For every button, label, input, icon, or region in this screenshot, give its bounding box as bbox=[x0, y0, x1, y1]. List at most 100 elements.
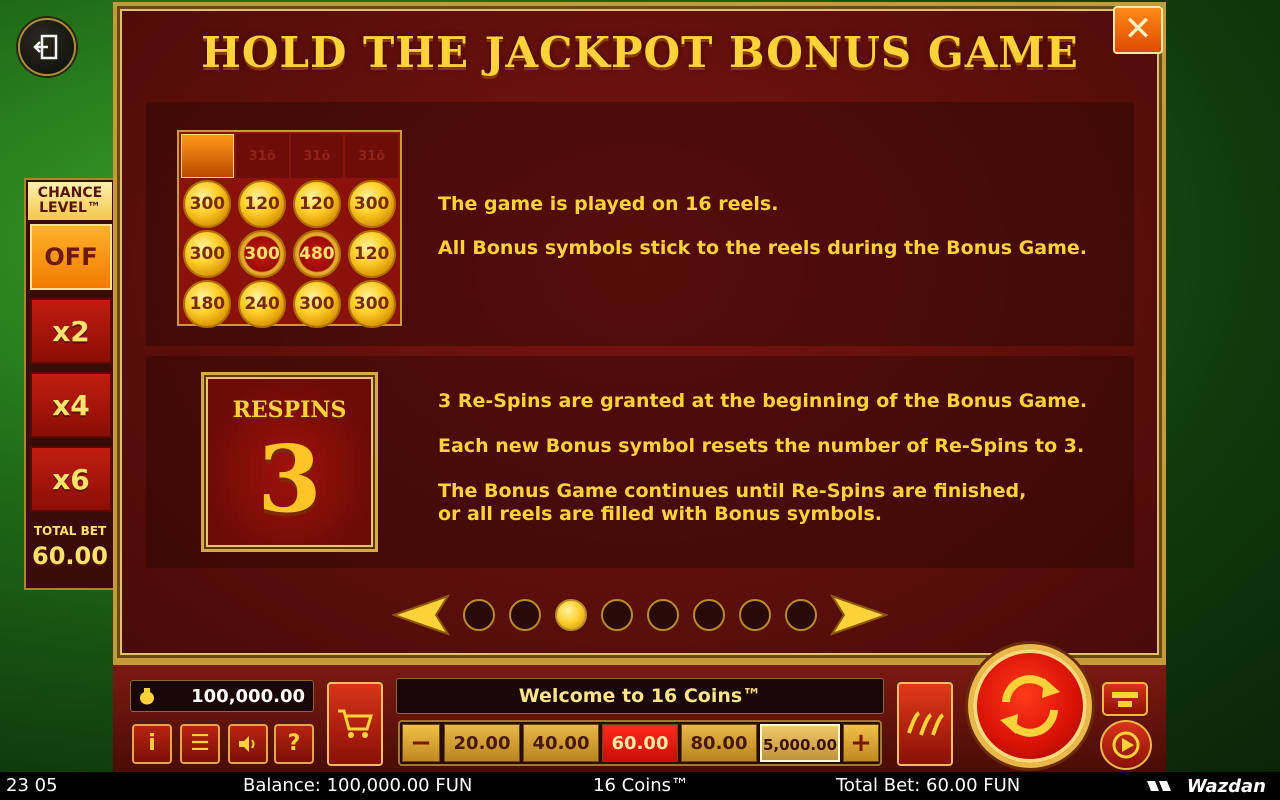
turbo-button[interactable] bbox=[1102, 682, 1148, 716]
exit-icon bbox=[33, 34, 58, 60]
chance-option-x4[interactable]: x4 bbox=[30, 372, 112, 438]
bet-option-active[interactable]: 60.00 bbox=[602, 724, 678, 762]
bet-option[interactable]: 40.00 bbox=[523, 724, 599, 762]
rule-text-sticky: All Bonus symbols stick to the reels dur… bbox=[438, 237, 1087, 259]
bonus-coin-icon: 300 bbox=[183, 180, 232, 228]
bet-selector: − 20.00 40.00 60.00 80.00 5,000.00 + bbox=[398, 720, 882, 766]
pager-dot[interactable] bbox=[785, 599, 817, 631]
bonus-coin-icon: 300 bbox=[292, 280, 341, 328]
rule-text-continue-1: The Bonus Game continues until Re-Spins … bbox=[438, 480, 1027, 502]
bonus-grid-illustration: 31ō 31ō 31ō 300 120 120 300 300 300 480 … bbox=[177, 130, 402, 328]
chili-peppers-icon bbox=[907, 711, 945, 736]
pager-dot[interactable] bbox=[647, 599, 679, 631]
speaker-icon bbox=[239, 736, 255, 752]
bet-increase-button[interactable]: + bbox=[843, 724, 879, 762]
chance-level-title-line1: CHANCE bbox=[37, 185, 103, 201]
bonus-coin-icon: 300 bbox=[347, 280, 396, 328]
close-button[interactable]: ✕ bbox=[1113, 6, 1163, 54]
bet-option[interactable]: 20.00 bbox=[444, 724, 520, 762]
rule-text-respins-reset: Each new Bonus symbol resets the number … bbox=[438, 435, 1085, 457]
bonus-coin-icon: 120 bbox=[238, 180, 287, 228]
grid-cell: 480 bbox=[291, 230, 344, 278]
page-title: HOLD THE JACKPOT BONUS GAME bbox=[201, 28, 1079, 77]
grid-top-cell: 31ō bbox=[345, 134, 398, 178]
clock: 23 05 bbox=[6, 775, 58, 796]
balance-field: 100,000.00 bbox=[130, 680, 314, 712]
bonus-coin-icon: 300 bbox=[347, 180, 396, 228]
wazdan-mark-icon bbox=[1146, 781, 1171, 791]
chance-level-panel: CHANCE LEVEL™ OFF x2 x4 x6 TOTAL BET 60.… bbox=[24, 178, 116, 590]
pager-dot[interactable] bbox=[739, 599, 771, 631]
info-button[interactable]: i bbox=[132, 724, 172, 764]
help-icon: ? bbox=[287, 731, 301, 756]
close-icon: ✕ bbox=[1123, 9, 1153, 49]
chance-option-off[interactable]: OFF bbox=[30, 224, 112, 290]
bonus-coin-icon: 180 bbox=[183, 280, 232, 328]
respins-illustration: RESPINS 3 bbox=[201, 372, 378, 552]
money-bag-icon bbox=[140, 688, 154, 705]
pager-dot[interactable] bbox=[509, 599, 541, 631]
bonus-coin-icon: 240 bbox=[238, 280, 287, 328]
autoplay-button[interactable] bbox=[1100, 720, 1152, 770]
grid-cell: 120 bbox=[291, 180, 344, 228]
balance-value: 100,000.00 bbox=[191, 686, 305, 707]
grid-cell: 300 bbox=[236, 230, 289, 278]
pager-next-arrow-icon[interactable] bbox=[830, 594, 888, 636]
chance-total-bet-value: 60.00 bbox=[32, 542, 108, 570]
bet-option[interactable]: 80.00 bbox=[681, 724, 757, 762]
brand-logo: Wazdan bbox=[1146, 776, 1266, 797]
sound-button[interactable] bbox=[228, 724, 268, 764]
respins-number: 3 bbox=[257, 425, 322, 533]
brand-name: Wazdan bbox=[1186, 776, 1266, 797]
exit-button[interactable] bbox=[18, 18, 76, 76]
status-bar: 23 05 Balance: 100,000.00 FUN 16 Coins™ … bbox=[0, 772, 1280, 800]
rule-text-reels: The game is played on 16 reels. bbox=[438, 193, 779, 215]
turbo-icon bbox=[1112, 692, 1138, 707]
grid-cell: 300 bbox=[345, 280, 398, 328]
grid-cell: 120 bbox=[236, 180, 289, 228]
bonus-coin-red-icon: 300 bbox=[238, 230, 287, 278]
menu-button[interactable]: ☰ bbox=[180, 724, 220, 764]
bonus-coin-icon: 300 bbox=[183, 230, 232, 278]
bonus-coin-icon: 120 bbox=[292, 180, 341, 228]
grid-cell: 300 bbox=[345, 180, 398, 228]
chance-option-x6[interactable]: x6 bbox=[30, 446, 112, 512]
grid-cell: 300 bbox=[291, 280, 344, 328]
chance-level-title-line2: LEVEL™ bbox=[39, 200, 101, 216]
status-balance: Balance: 100,000.00 FUN bbox=[243, 775, 473, 796]
bonus-coin-icon: 120 bbox=[347, 230, 396, 278]
pager-dot[interactable] bbox=[601, 599, 633, 631]
welcome-message: Welcome to 16 Coins™ bbox=[518, 685, 762, 707]
grid-cell: 120 bbox=[345, 230, 398, 278]
chance-option-x2[interactable]: x2 bbox=[30, 298, 112, 364]
spin-arrows-icon bbox=[1000, 675, 1060, 737]
buy-feature-button[interactable] bbox=[327, 682, 383, 766]
status-game-name: 16 Coins™ bbox=[593, 775, 689, 796]
grid-cell: 240 bbox=[236, 280, 289, 328]
pager-prev-arrow-icon[interactable] bbox=[392, 594, 450, 636]
chance-total-bet-label: TOTAL BET bbox=[33, 524, 107, 538]
chance-level-title: CHANCE LEVEL™ bbox=[28, 182, 112, 220]
grid-cell: 180 bbox=[181, 280, 234, 328]
grid-top-cell: 31ō bbox=[235, 134, 289, 178]
spin-button[interactable] bbox=[968, 644, 1092, 768]
pager-dot[interactable] bbox=[693, 599, 725, 631]
grid-top-cell: 31ō bbox=[290, 134, 344, 178]
volatility-button[interactable] bbox=[897, 682, 953, 766]
pager-dot[interactable] bbox=[463, 599, 495, 631]
info-icon: i bbox=[148, 731, 156, 756]
bet-decrease-button[interactable]: − bbox=[402, 724, 440, 762]
respins-label: RESPINS bbox=[232, 397, 347, 423]
bet-option-max[interactable]: 5,000.00 bbox=[760, 724, 840, 762]
grid-cell: 300 bbox=[181, 230, 234, 278]
status-total-bet: Total Bet: 60.00 FUN bbox=[836, 775, 1021, 796]
help-button[interactable]: ? bbox=[274, 724, 314, 764]
bonus-coin-red-icon: 480 bbox=[292, 230, 341, 278]
grid-cell: 300 bbox=[181, 180, 234, 228]
menu-icon: ☰ bbox=[190, 731, 210, 756]
pager-dot-active[interactable] bbox=[555, 599, 587, 631]
message-field: Welcome to 16 Coins™ bbox=[396, 678, 884, 714]
rule-text-continue-2: or all reels are filled with Bonus symbo… bbox=[438, 503, 882, 525]
rule-text-respins-granted: 3 Re-Spins are granted at the beginning … bbox=[438, 390, 1088, 412]
shopping-cart-icon bbox=[338, 709, 374, 738]
